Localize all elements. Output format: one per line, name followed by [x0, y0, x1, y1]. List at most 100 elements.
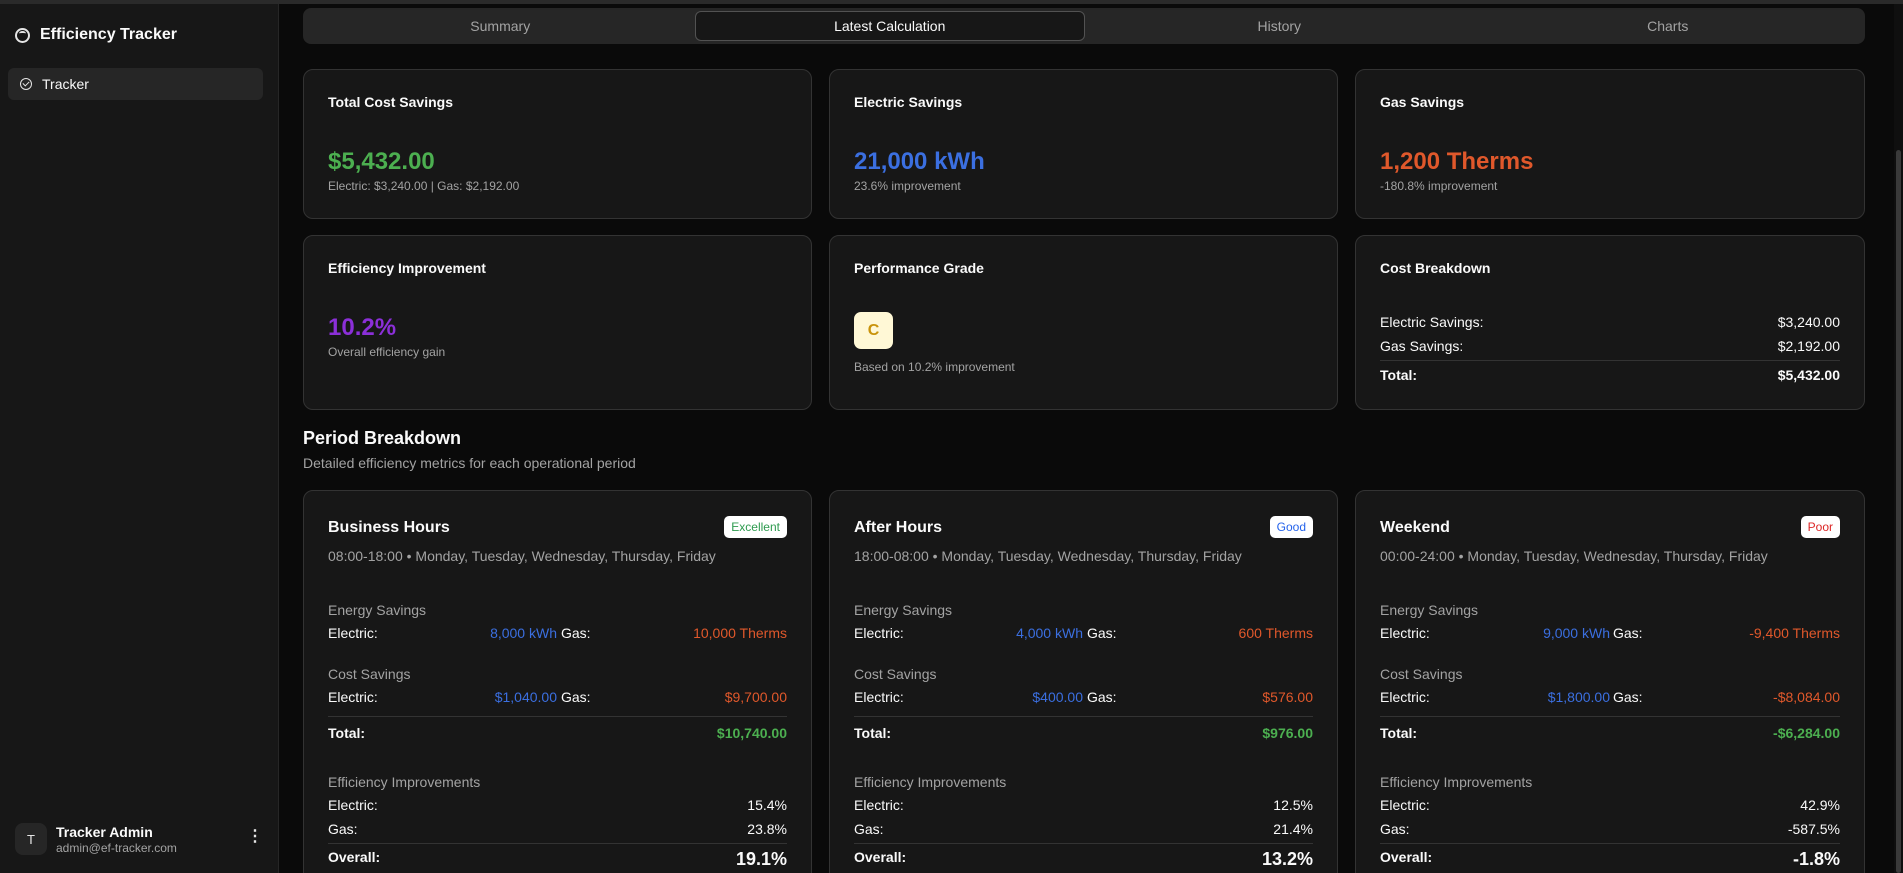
total-cost-sub: Electric: $3,240.00 | Gas: $2,192.00 — [328, 179, 520, 193]
divider — [854, 716, 1313, 717]
energy-savings-label: Energy Savings — [854, 602, 953, 618]
eff-electric-value: 42.9% — [1800, 797, 1840, 813]
electric-label: Electric: — [854, 797, 904, 813]
divider — [1380, 843, 1840, 844]
cost-gas-value: -$8,084.00 — [1773, 689, 1840, 705]
user-email: admin@ef-tracker.com — [56, 840, 177, 855]
tab-latest-calculation[interactable]: Latest Calculation — [694, 11, 1085, 41]
period-title: After Hours — [854, 519, 943, 536]
efficiency-improvements-label: Efficiency Improvements — [1380, 774, 1533, 790]
grade-sub: Based on 10.2% improvement — [854, 360, 1015, 374]
divider — [328, 843, 787, 844]
card-title: Gas Savings — [1380, 94, 1465, 110]
efficiency-improvement-card: Efficiency Improvement 10.2% Overall eff… — [303, 235, 812, 410]
tab-summary[interactable]: Summary — [306, 11, 695, 41]
efficiency-sub: Overall efficiency gain — [328, 345, 446, 359]
scrollbar-thumb[interactable] — [1896, 150, 1901, 873]
divider — [328, 716, 787, 717]
cost-savings-row: Electric: $400.00 Gas: $576.00 — [854, 689, 1313, 707]
gas-label: Gas: — [1613, 689, 1643, 705]
sidebar: Efficiency Tracker Tracker T Tracker Adm… — [0, 4, 279, 873]
electric-label: Electric: — [854, 689, 904, 705]
eff-gas-value: 21.4% — [1273, 821, 1313, 837]
more-vertical-icon[interactable]: ⋮ — [247, 829, 263, 845]
eff-overall-value: 13.2% — [1261, 849, 1313, 869]
cost-savings-row: Electric: $1,800.00 Gas: -$8,084.00 — [1380, 689, 1840, 707]
efficiency-electric-row: Electric: 15.4% — [328, 797, 787, 813]
cost-electric-value: $400.00 — [1032, 689, 1083, 705]
electric-label: Electric: — [1380, 689, 1430, 705]
section-subtitle: Detailed efficiency metrics for each ope… — [303, 455, 636, 471]
grade-badge: C — [854, 312, 893, 349]
app-window: Efficiency Tracker Tracker T Tracker Adm… — [0, 0, 1903, 873]
efficiency-improvements-label: Efficiency Improvements — [854, 774, 1007, 790]
breakdown-row-electric: Electric Savings: $3,240.00 — [1380, 314, 1840, 330]
gas-label: Gas: — [561, 625, 591, 641]
sidebar-item-tracker[interactable]: Tracker — [8, 68, 263, 100]
user-info: Tracker Admin admin@ef-tracker.com — [56, 824, 177, 855]
gas-savings-card: Gas Savings 1,200 Therms -180.8% improve… — [1355, 69, 1865, 219]
cost-gas-value: $9,700.00 — [724, 689, 787, 705]
period-title: Business Hours — [328, 519, 450, 536]
divider — [1380, 716, 1840, 717]
cost-total-value: $10,740.00 — [716, 725, 787, 741]
cost-total-value: -$6,284.00 — [1773, 725, 1840, 741]
tab-history[interactable]: History — [1085, 11, 1474, 41]
energy-electric-value: 8,000 kWh — [490, 625, 557, 641]
breakdown-label: Gas Savings: — [1380, 338, 1464, 354]
efficiency-gas-row: Gas: 23.8% — [328, 821, 787, 837]
gas-label: Gas: — [328, 821, 358, 837]
period-card-after-hours: After Hours Good 18:00-08:00 • Monday, T… — [829, 490, 1338, 873]
app-title: Efficiency Tracker — [40, 26, 177, 43]
efficiency-electric-row: Electric: 42.9% — [1380, 797, 1840, 813]
main-content: Summary Latest Calculation History Chart… — [280, 4, 1894, 873]
gas-label: Gas: — [1380, 821, 1410, 837]
cost-total-row: Total: $976.00 — [854, 725, 1313, 741]
cost-total-row: Total: -$6,284.00 — [1380, 725, 1840, 741]
breakdown-row-total: Total: $5,432.00 — [1380, 367, 1840, 383]
efficiency-gas-row: Gas: 21.4% — [854, 821, 1313, 837]
energy-savings-row: Electric: 9,000 kWh Gas: -9,400 Therms — [1380, 625, 1840, 643]
period-title: Weekend — [1380, 519, 1450, 536]
brand[interactable]: Efficiency Tracker — [15, 26, 177, 44]
energy-gas-value: 10,000 Therms — [693, 625, 787, 641]
sidebar-item-label: Tracker — [42, 76, 89, 92]
energy-electric-value: 4,000 kWh — [1016, 625, 1083, 641]
eff-overall-value: 19.1% — [735, 849, 787, 869]
status-badge: Poor — [1800, 516, 1840, 538]
breakdown-row-gas: Gas Savings: $2,192.00 — [1380, 338, 1840, 354]
energy-electric-value: 9,000 kWh — [1543, 625, 1610, 641]
cost-gas-value: $576.00 — [1262, 689, 1313, 705]
gas-label: Gas: — [1087, 689, 1117, 705]
energy-gas-value: -9,400 Therms — [1749, 625, 1840, 641]
tab-charts[interactable]: Charts — [1474, 11, 1863, 41]
cost-savings-label: Cost Savings — [1380, 666, 1463, 682]
card-title: Electric Savings — [854, 94, 963, 110]
efficiency-electric-row: Electric: 12.5% — [854, 797, 1313, 813]
cost-savings-row: Electric: $1,040.00 Gas: $9,700.00 — [328, 689, 787, 707]
energy-savings-label: Energy Savings — [328, 602, 427, 618]
overall-label: Overall: — [1380, 849, 1433, 865]
electric-label: Electric: — [328, 625, 378, 641]
user-profile[interactable]: T Tracker Admin admin@ef-tracker.com ⋮ — [15, 819, 265, 859]
eff-electric-value: 12.5% — [1273, 797, 1313, 813]
electric-label: Electric: — [1380, 625, 1430, 641]
period-card-weekend: Weekend Poor 00:00-24:00 • Monday, Tuesd… — [1355, 490, 1865, 873]
efficiency-gas-row: Gas: -587.5% — [1380, 821, 1840, 837]
cost-breakdown-card: Cost Breakdown Electric Savings: $3,240.… — [1355, 235, 1865, 410]
period-schedule: 18:00-08:00 • Monday, Tuesday, Wednesday… — [854, 548, 1242, 564]
performance-grade-card: Performance Grade C Based on 10.2% impro… — [829, 235, 1338, 410]
eff-overall-value: -1.8% — [1792, 849, 1840, 869]
eff-electric-value: 15.4% — [747, 797, 787, 813]
gauge-icon — [20, 78, 32, 90]
gas-savings-sub: -180.8% improvement — [1380, 179, 1498, 193]
energy-savings-row: Electric: 4,000 kWh Gas: 600 Therms — [854, 625, 1313, 643]
efficiency-overall-row: Overall: -1.8% — [1380, 849, 1840, 870]
overall-label: Overall: — [854, 849, 907, 865]
energy-savings-label: Energy Savings — [1380, 602, 1479, 618]
efficiency-value: 10.2% — [328, 314, 397, 341]
total-label: Total: — [328, 725, 366, 741]
card-title: Cost Breakdown — [1380, 260, 1491, 276]
status-badge: Good — [1269, 516, 1313, 538]
card-title: Performance Grade — [854, 260, 984, 276]
